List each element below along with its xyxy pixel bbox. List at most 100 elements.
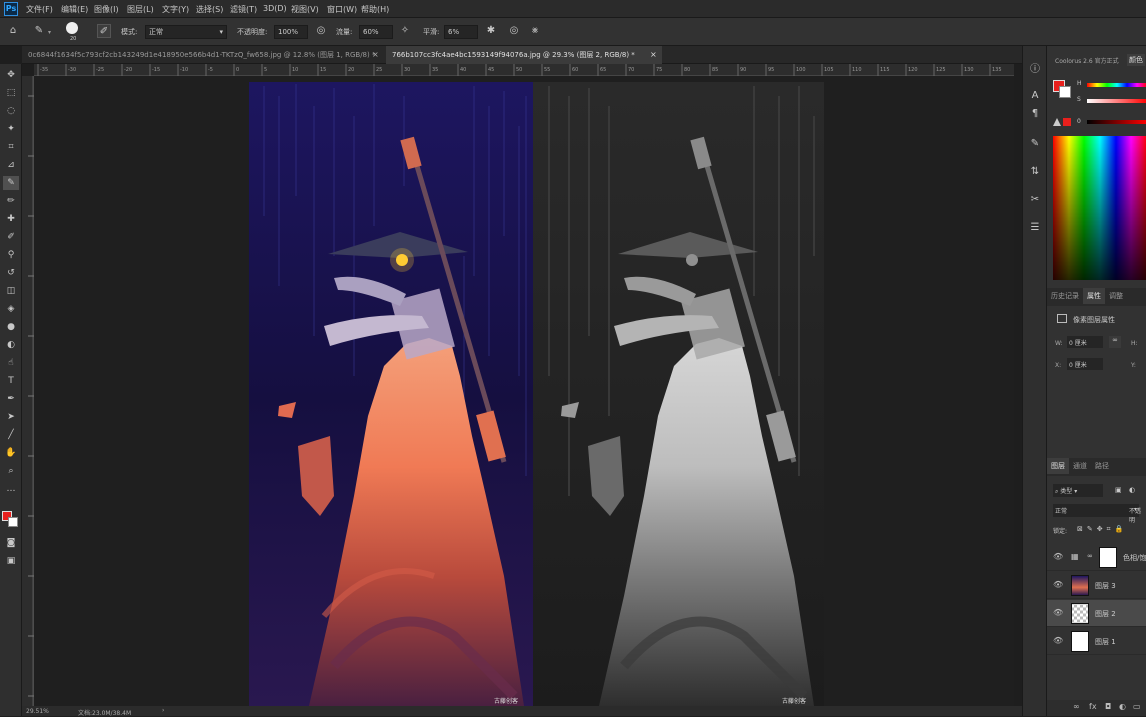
layer-row[interactable]: 👁 图层 1 — [1047, 628, 1146, 655]
gear-icon[interactable]: ✱ — [484, 24, 498, 38]
tools-presets-icon[interactable]: ✂ — [1027, 192, 1043, 208]
layer-row-selected[interactable]: 👁 图层 2 — [1047, 600, 1146, 627]
text-tool-icon[interactable]: T — [3, 374, 19, 388]
blend-mode-select[interactable]: 正常 ▾ — [1053, 504, 1139, 517]
menu-item[interactable]: 视图(V) — [291, 4, 319, 15]
mode-select[interactable]: 正常 ▾ — [145, 25, 227, 39]
character-icon[interactable]: A — [1027, 88, 1043, 104]
eye-icon[interactable]: 👁 — [1053, 608, 1063, 618]
properties-icon[interactable]: ☰ — [1027, 220, 1043, 236]
layer-filter-select[interactable]: ⌕ 类型 ▾ — [1053, 484, 1103, 497]
brightness-slider[interactable] — [1087, 120, 1146, 124]
zoom-tool-icon[interactable]: ⌕ — [3, 464, 19, 478]
layer-mask-thumbnail[interactable] — [1099, 547, 1117, 568]
menu-item[interactable]: 3D(D) — [263, 4, 287, 13]
more-tools-icon[interactable]: … — [3, 482, 19, 496]
info-icon[interactable]: ⓘ — [1027, 62, 1043, 78]
mixer-brush-icon[interactable]: ✐ — [3, 230, 19, 244]
adjustment-icon[interactable]: ◐ — [1119, 702, 1126, 711]
screen-mode-icon[interactable]: ▣ — [3, 554, 19, 568]
eye-icon[interactable]: 👁 — [1053, 636, 1063, 646]
filter-pixel-icon[interactable]: ▣ — [1115, 486, 1122, 494]
opacity-input[interactable]: 100% — [274, 25, 308, 39]
zoom-level[interactable]: 29.51% — [26, 708, 49, 715]
brush-preset-icon[interactable] — [66, 22, 78, 34]
marquee-tool-icon[interactable]: ⬚ — [3, 86, 19, 100]
tab-color[interactable]: 颜色 — [1127, 54, 1145, 66]
history-brush-icon[interactable]: ↺ — [3, 266, 19, 280]
eyedropper-icon[interactable]: ⊿ — [3, 158, 19, 172]
menu-item[interactable]: 图像(I) — [94, 4, 119, 15]
menu-item[interactable]: 窗口(W) — [327, 4, 357, 15]
saturation-slider[interactable] — [1087, 99, 1146, 103]
menu-item[interactable]: 滤镜(T) — [230, 4, 257, 15]
chevron-down-icon[interactable]: ▾ — [48, 29, 51, 36]
pen-tool-icon[interactable]: ✒ — [3, 392, 19, 406]
airbrush-icon[interactable]: ✧ — [398, 24, 412, 38]
paragraph-icon[interactable]: ¶ — [1027, 106, 1043, 122]
background-color-swatch[interactable] — [8, 517, 18, 527]
tab-properties[interactable]: 属性 — [1083, 288, 1105, 304]
dodge-tool-icon[interactable]: ◐ — [3, 338, 19, 352]
menu-item[interactable]: 编辑(E) — [61, 4, 88, 15]
healing-brush-icon[interactable]: ✚ — [3, 212, 19, 226]
background-swatch[interactable] — [1059, 86, 1071, 98]
x-input[interactable]: 0 厘米 — [1067, 358, 1103, 370]
new-group-icon[interactable]: ▭ — [1133, 702, 1141, 711]
crop-tool-icon[interactable]: ⌗ — [3, 140, 19, 154]
flow-input[interactable]: 60% — [359, 25, 393, 39]
tab-document-1[interactable]: 0c6844f1634f5c793cf2cb143249d1e418950e56… — [22, 46, 384, 64]
pressure-size-icon[interactable]: ◎ — [507, 24, 521, 38]
clone-stamp-icon[interactable]: ⚲ — [3, 248, 19, 262]
color-panel-title[interactable]: Coolorus 2.6 官方正式 — [1055, 56, 1125, 65]
brush-settings-icon[interactable]: ✎ — [1027, 136, 1043, 152]
lock-icons[interactable]: ⊠✎✥⌗🔒 — [1077, 525, 1127, 534]
tab-history[interactable]: 历史记录 — [1047, 288, 1083, 304]
eraser-tool-icon[interactable]: ◫ — [3, 284, 19, 298]
chevron-right-icon[interactable]: › — [162, 707, 164, 714]
filter-adjust-icon[interactable]: ◐ — [1129, 486, 1135, 494]
photoshop-logo-icon[interactable]: Ps — [4, 2, 18, 16]
color-spectrum[interactable] — [1053, 136, 1146, 280]
adjustments-icon[interactable]: ⇅ — [1027, 164, 1043, 180]
pencil-tool-icon[interactable]: ✏ — [3, 194, 19, 208]
path-selection-icon[interactable]: ➤ — [3, 410, 19, 424]
tab-adjustments[interactable]: 调整 — [1105, 288, 1127, 304]
quick-mask-icon[interactable]: ◙ — [3, 536, 19, 550]
fx-icon[interactable]: fx — [1089, 702, 1097, 711]
tab-layers[interactable]: 图层 — [1047, 458, 1069, 474]
home-icon[interactable]: ⌂ — [6, 24, 20, 38]
layer-row[interactable]: 👁 图层 3 — [1047, 572, 1146, 599]
gamut-swatch[interactable] — [1063, 118, 1071, 126]
link-icon[interactable]: ∞ — [1109, 336, 1121, 348]
move-tool-icon[interactable]: ✥ — [3, 68, 19, 82]
brush-tool-icon[interactable]: ✎ — [32, 24, 46, 38]
menu-item[interactable]: 选择(S) — [196, 4, 223, 15]
paint-bucket-icon[interactable]: ◈ — [3, 302, 19, 316]
menu-item[interactable]: 帮助(H) — [361, 4, 389, 15]
layer-thumbnail[interactable] — [1071, 603, 1089, 624]
blur-tool-icon[interactable]: ● — [3, 320, 19, 334]
artwork[interactable]: 古藤创客 古藤创客 — [34, 76, 1014, 716]
tab-channels[interactable]: 通道 — [1069, 458, 1091, 474]
tab-document-2[interactable]: 766b107cc3fc4ae4bc1593149f94076a.jpg @ 2… — [386, 46, 662, 64]
hand-tool-icon[interactable]: ✋ — [3, 446, 19, 460]
symmetry-icon[interactable]: ⨳ — [528, 24, 542, 38]
pressure-opacity-icon[interactable]: ◎ — [314, 24, 328, 38]
hue-slider[interactable] — [1087, 83, 1146, 87]
brush-panel-icon[interactable]: ✐ — [97, 24, 111, 38]
layer-row[interactable]: 👁 ▦ ∞ 色相/饱… — [1047, 544, 1146, 571]
menu-item[interactable]: 文件(F) — [26, 4, 53, 15]
eye-icon[interactable]: 👁 — [1053, 580, 1063, 590]
menu-item[interactable]: 文字(Y) — [162, 4, 189, 15]
menu-item[interactable]: 图层(L) — [127, 4, 154, 15]
canvas-area[interactable]: 古藤创客 古藤创客 — [34, 76, 1014, 716]
tab-paths[interactable]: 路径 — [1091, 458, 1113, 474]
layer-thumbnail[interactable] — [1071, 575, 1089, 596]
smudge-tool-icon[interactable]: ☝ — [3, 356, 19, 370]
lasso-tool-icon[interactable]: ◌ — [3, 104, 19, 118]
line-tool-icon[interactable]: ╱ — [3, 428, 19, 442]
layer-thumbnail[interactable] — [1071, 631, 1089, 652]
smoothing-input[interactable]: 6% — [444, 25, 478, 39]
eye-icon[interactable]: 👁 — [1053, 552, 1063, 562]
